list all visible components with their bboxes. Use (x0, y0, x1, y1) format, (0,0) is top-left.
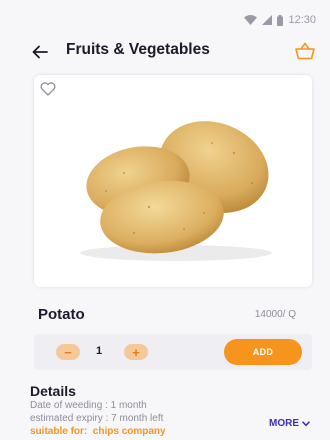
quantity-action-bar: − 1 + ADD (34, 334, 312, 370)
chevron-down-icon (302, 420, 310, 426)
back-button[interactable] (30, 42, 50, 62)
suitable-value: chips company (92, 426, 166, 437)
cart-button[interactable] (294, 40, 316, 62)
detail-weeding: Date of weeding : 1 month (30, 400, 147, 411)
arrow-left-icon (32, 45, 48, 59)
detail-suitable: suitable for: chips company (30, 426, 166, 437)
heart-outline-icon (40, 82, 56, 96)
more-label: MORE (269, 418, 299, 429)
status-bar: 12:30 (244, 14, 316, 26)
decrease-quantity-button[interactable]: − (56, 344, 80, 360)
favorite-button[interactable] (40, 82, 58, 98)
wifi-icon (244, 15, 258, 25)
detail-expiry: estimated expiry : 7 month left (30, 413, 164, 424)
minus-icon: − (64, 344, 72, 360)
header: Fruits & Vegetables (0, 40, 330, 64)
quantity-value: 1 (96, 345, 103, 357)
page-title: Fruits & Vegetables (66, 41, 210, 58)
suitable-label: suitable for: (30, 426, 88, 437)
increase-quantity-button[interactable]: + (124, 344, 148, 360)
basket-icon (295, 42, 315, 60)
add-to-cart-button[interactable]: ADD (224, 339, 302, 365)
details-heading: Details (30, 383, 76, 399)
status-time: 12:30 (288, 14, 316, 26)
more-button[interactable]: MORE (269, 418, 310, 429)
product-image (80, 121, 272, 261)
product-price: 14000/ Q (254, 309, 296, 320)
plus-icon: + (132, 344, 140, 360)
product-image-card (34, 75, 312, 287)
product-name: Potato (38, 306, 85, 323)
signal-icon (262, 15, 273, 25)
battery-icon (277, 14, 284, 26)
